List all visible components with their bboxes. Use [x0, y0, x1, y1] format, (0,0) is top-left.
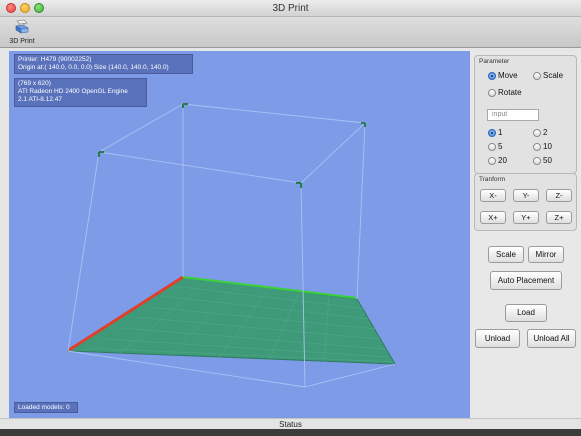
rotate-radio[interactable]: Rotate [488, 88, 522, 97]
step-20-label: 20 [498, 156, 507, 165]
transform-title: Tranform [479, 176, 506, 183]
step-20-radio[interactable]: 20 [488, 156, 507, 165]
move-radio[interactable]: Move [488, 71, 518, 80]
radio-unselected-icon [533, 142, 541, 151]
load-button[interactable]: Load [505, 304, 547, 322]
step-1-label: 1 [498, 128, 503, 137]
print-3d-label: 3D Print [9, 38, 35, 45]
auto-placement-button[interactable]: Auto Placement [490, 271, 562, 290]
control-panel: Parameter Move Scale Rotate input 1 2 5 … [471, 51, 581, 418]
print-3d-toolbar-button[interactable]: 3D Print [6, 18, 38, 47]
unload-all-button[interactable]: Unload All [527, 329, 576, 348]
x-plus-button[interactable]: X+ [480, 211, 506, 224]
step-10-label: 10 [543, 142, 552, 151]
window-title: 3D Print [272, 3, 309, 14]
loaded-models-overlay: Loaded models: 0 [14, 402, 78, 413]
parameter-input[interactable]: input [487, 109, 539, 121]
z-minus-button[interactable]: Z- [546, 189, 572, 202]
gl-version-text: 2.1 ATI-8.12.47 [18, 96, 62, 103]
status-bar: Status [0, 418, 581, 429]
transform-group: Tranform X- Y- Z- X+ Y+ Z+ [474, 173, 577, 231]
radio-selected-icon [488, 71, 496, 80]
radio-unselected-icon [533, 156, 541, 165]
step-50-radio[interactable]: 50 [533, 156, 552, 165]
step-1-radio[interactable]: 1 [488, 128, 502, 137]
step-5-label: 5 [498, 142, 503, 151]
gl-info-overlay: (769 x 620) ATI Radeon HD 2400 OpenGL En… [14, 78, 147, 107]
radio-unselected-icon [488, 88, 496, 97]
3d-viewport[interactable]: Printer: H479 (90002252) Origin at:( 140… [9, 51, 470, 418]
viewport-resolution-text: (769 x 620) [18, 80, 51, 87]
radio-unselected-icon [488, 156, 496, 165]
parameter-group: Parameter Move Scale Rotate input 1 2 5 … [474, 55, 577, 174]
move-radio-label: Move [498, 71, 518, 80]
parameter-title: Parameter [479, 58, 510, 65]
x-minus-button[interactable]: X- [480, 189, 506, 202]
step-50-label: 50 [543, 156, 552, 165]
y-minus-button[interactable]: Y- [513, 189, 539, 202]
printer-origin-size-text: Origin at:( 140.0, 0.0, 0.0) Size (140.0… [18, 64, 169, 71]
printer-model-text: Printer: H479 (90002252) [18, 56, 92, 63]
step-2-label: 2 [543, 128, 548, 137]
gl-renderer-text: ATI Radeon HD 2400 OpenGL Engine [18, 88, 128, 95]
frame-corner-markers [98, 103, 366, 188]
window-bottom-edge [0, 429, 581, 436]
app-window: 3D Print 3D Print Printer: H479 (9000225… [0, 0, 581, 436]
z-plus-button[interactable]: Z+ [546, 211, 572, 224]
unload-button[interactable]: Unload [475, 329, 520, 348]
title-bar: 3D Print [0, 0, 581, 17]
scale-button[interactable]: Scale [488, 246, 524, 263]
toolbar: 3D Print [0, 17, 581, 48]
y-plus-button[interactable]: Y+ [513, 211, 539, 224]
radio-unselected-icon [533, 128, 541, 137]
radio-unselected-icon [533, 71, 541, 80]
step-5-radio[interactable]: 5 [488, 142, 502, 151]
scale-radio-label: Scale [543, 71, 564, 80]
mirror-button[interactable]: Mirror [528, 246, 564, 263]
step-2-radio[interactable]: 2 [533, 128, 547, 137]
loaded-models-text: Loaded models: 0 [18, 404, 70, 411]
radio-unselected-icon [488, 142, 496, 151]
scale-radio[interactable]: Scale [533, 71, 563, 80]
step-10-radio[interactable]: 10 [533, 142, 552, 151]
printer-info-overlay: Printer: H479 (90002252) Origin at:( 140… [14, 54, 193, 74]
radio-selected-icon [488, 128, 496, 137]
rotate-radio-label: Rotate [498, 88, 522, 97]
printer-3d-icon [15, 19, 29, 34]
